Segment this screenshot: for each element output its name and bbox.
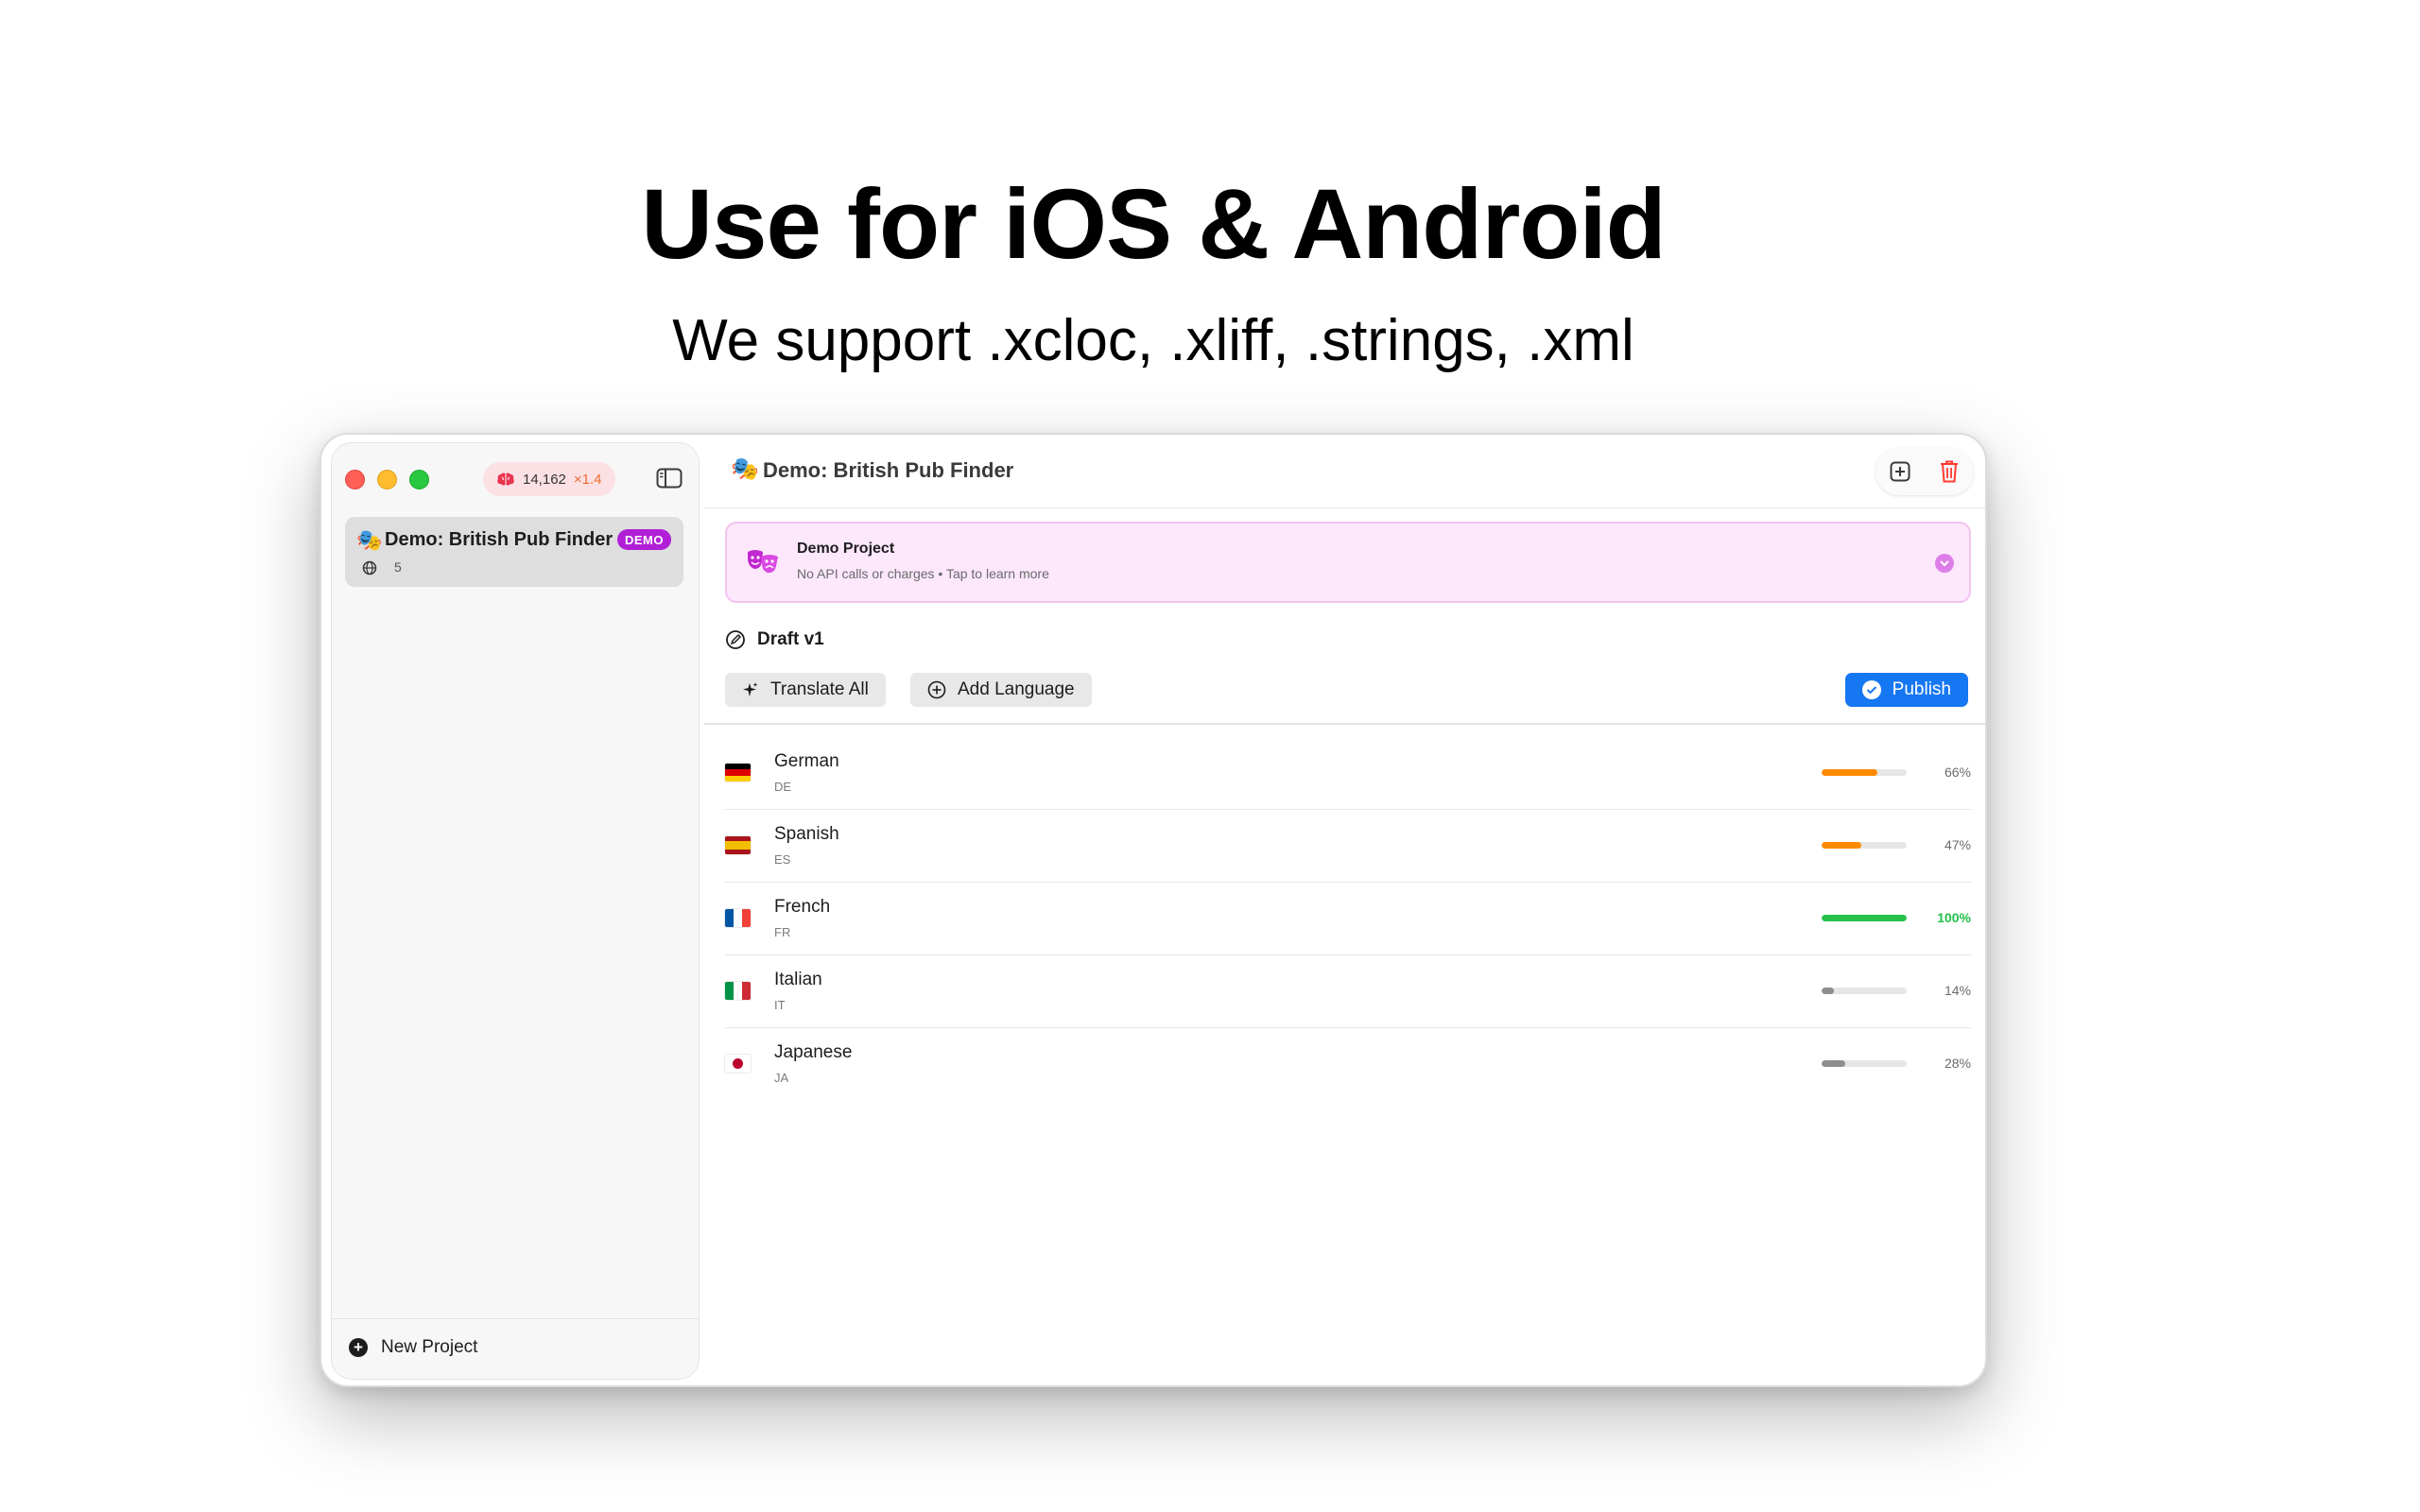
banner-title: Demo Project — [797, 541, 895, 557]
language-code: IT — [774, 998, 786, 1012]
add-language-button[interactable]: Add Language — [910, 673, 1092, 707]
theater-masks-icon: 🎭 — [731, 456, 759, 482]
progress-percent: 28% — [1944, 1056, 1971, 1071]
demo-project-banner[interactable]: Demo Project No API calls or charges • T… — [725, 522, 1971, 603]
language-code: FR — [774, 925, 791, 939]
theater-masks-icon — [748, 550, 778, 574]
progress-fill — [1822, 915, 1907, 921]
language-name: French — [774, 897, 831, 917]
language-name: Spanish — [774, 824, 839, 844]
banner-description: No API calls or charges • Tap to learn m… — [797, 566, 1049, 581]
credits-multiplier: ×1.4 — [573, 471, 602, 488]
draft-header: Draft v1 — [725, 629, 824, 650]
language-row-italian[interactable]: Italian IT 14% — [725, 955, 1971, 1028]
close-window-button[interactable] — [345, 470, 365, 490]
flag-jp-icon — [725, 1055, 751, 1073]
language-code: DE — [774, 780, 792, 794]
progress-bar — [1822, 769, 1907, 776]
flag-es-icon — [725, 836, 751, 854]
progress-percent: 100% — [1937, 910, 1971, 925]
trash-icon — [1941, 460, 1958, 483]
language-name: Italian — [774, 970, 822, 989]
progress-fill — [1822, 1060, 1846, 1067]
language-row-spanish[interactable]: Spanish ES 47% — [725, 810, 1971, 883]
project-name: Demo: British Pub Finder — [385, 529, 614, 550]
language-code: JA — [774, 1071, 789, 1085]
draft-label: Draft v1 — [757, 629, 824, 649]
language-name: German — [774, 751, 839, 771]
flag-fr-icon — [725, 909, 751, 927]
sidebar-divider — [332, 1318, 699, 1319]
credits-badge[interactable]: 14,162 ×1.4 — [483, 462, 615, 496]
progress-fill — [1822, 988, 1834, 994]
brain-icon — [497, 472, 514, 486]
add-button[interactable] — [1886, 457, 1914, 486]
hero-title: Use for iOS & Android — [641, 169, 1667, 280]
draft-pencil-icon — [726, 630, 745, 649]
language-count: 5 — [394, 559, 402, 575]
progress-bar — [1822, 988, 1907, 994]
language-row-french[interactable]: French FR 100% — [725, 883, 1971, 955]
credits-amount: 14,162 — [523, 471, 566, 488]
new-project-button[interactable]: + New Project — [349, 1337, 477, 1358]
progress-bar — [1822, 842, 1907, 849]
progress-bar — [1822, 1060, 1907, 1067]
flag-de-icon — [725, 764, 751, 782]
translate-all-button[interactable]: Translate All — [725, 673, 886, 707]
globe-icon — [362, 560, 377, 576]
minimize-window-button[interactable] — [377, 470, 397, 490]
list-divider — [704, 723, 1985, 725]
language-name: Japanese — [774, 1042, 853, 1062]
progress-fill — [1822, 769, 1878, 776]
publish-button[interactable]: Publish — [1844, 673, 1968, 707]
header-actions — [1876, 448, 1974, 495]
add-language-label: Add Language — [958, 679, 1075, 699]
hero-subtitle: We support .xcloc, .xliff, .strings, .xm… — [672, 308, 1634, 373]
progress-percent: 47% — [1944, 837, 1971, 852]
main-panel: 🎭 Demo: British Pub Finder Demo Project … — [704, 435, 1985, 1385]
theater-masks-icon: 🎭 — [356, 528, 383, 552]
plus-square-icon — [1890, 461, 1910, 482]
progress-percent: 66% — [1944, 765, 1971, 780]
chevron-down-icon[interactable] — [1935, 554, 1954, 573]
zoom-window-button[interactable] — [409, 470, 429, 490]
plus-circle-icon: + — [349, 1338, 368, 1357]
main-header: 🎭 Demo: British Pub Finder — [704, 435, 1985, 508]
plus-circle-icon — [927, 680, 946, 699]
new-project-label: New Project — [381, 1337, 478, 1357]
checkmark-seal-icon — [1861, 680, 1881, 699]
progress-percent: 14% — [1944, 983, 1971, 998]
sidebar: 14,162 ×1.4 🎭 Demo: British Pub Finder D… — [331, 442, 700, 1380]
language-list: German DE 66% Spanish ES 47% French FR 1… — [725, 737, 1971, 1101]
publish-label: Publish — [1892, 679, 1951, 699]
translate-all-label: Translate All — [770, 679, 869, 699]
sidebar-project-item[interactable]: 🎭 Demo: British Pub Finder DEMO 5 — [345, 517, 683, 587]
app-window: 14,162 ×1.4 🎭 Demo: British Pub Finder D… — [320, 433, 1987, 1387]
sidebar-toggle-icon[interactable] — [656, 468, 683, 489]
progress-fill — [1822, 842, 1862, 849]
progress-bar — [1822, 915, 1907, 921]
delete-button[interactable] — [1935, 457, 1963, 486]
language-row-japanese[interactable]: Japanese JA 28% — [725, 1028, 1971, 1101]
language-row-german[interactable]: German DE 66% — [725, 737, 1971, 810]
language-code: ES — [774, 852, 791, 867]
flag-it-icon — [725, 982, 751, 1000]
demo-badge: DEMO — [617, 529, 671, 550]
page-title: Demo: British Pub Finder — [763, 458, 1014, 482]
sparkles-icon — [743, 682, 758, 696]
